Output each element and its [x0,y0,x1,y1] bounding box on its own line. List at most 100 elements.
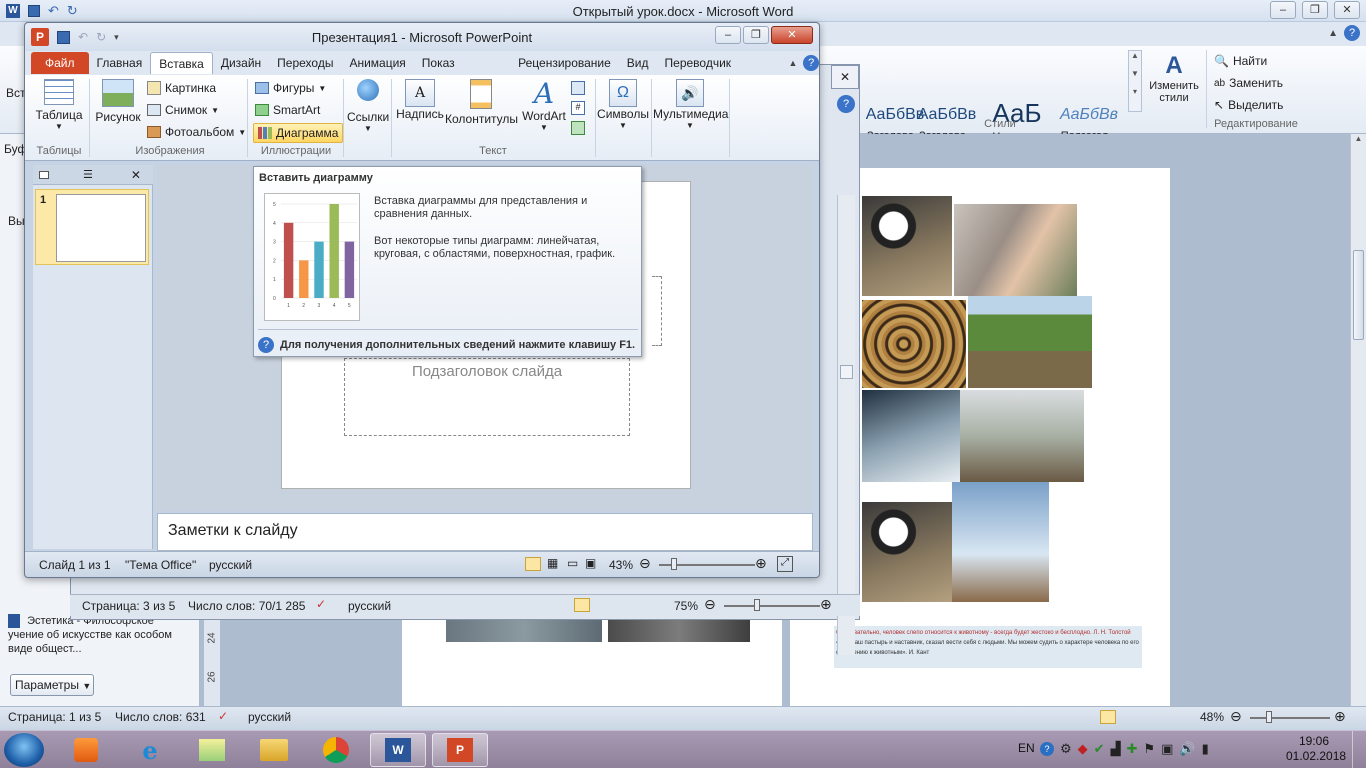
slide-thumbnail-1[interactable]: 1 [35,189,149,265]
word-ribbon-minimize-icon[interactable]: ▲ [1328,28,1338,39]
power-icon[interactable]: ▮ [1202,741,1209,757]
taskbar-media-player[interactable] [58,733,114,767]
zoom-slider-thumb[interactable] [671,558,677,570]
antivirus-icon[interactable]: ◆ [1078,741,1088,757]
close-icon[interactable]: ✕ [131,168,141,182]
screenshot-button[interactable]: Снимок ▼ [147,103,219,117]
tab-promt[interactable]: Переводчик PROMT [657,52,783,92]
tab-transitions[interactable]: Переходы [269,52,341,74]
print-layout-icon[interactable] [574,598,590,612]
params-button[interactable]: Параметры ▼ [10,674,94,696]
flag-icon[interactable]: ⚑ [1143,741,1155,757]
ribbon-minimize-icon[interactable]: ▲ [789,58,798,68]
mid-zoom-level[interactable]: 75% [674,599,698,613]
reading-view-icon[interactable]: ▭ [567,556,578,570]
taskbar-chrome[interactable] [308,733,364,767]
word-close-button[interactable]: ✕ [1334,1,1360,19]
shield-icon[interactable]: ✚ [1127,741,1138,757]
notes-pane[interactable]: Заметки к слайду [157,513,813,551]
mid-language[interactable]: русский [348,599,391,613]
word-vertical-scrollbar[interactable]: ▲ [1350,134,1366,706]
scroll-thumb[interactable] [1353,250,1364,340]
find-button[interactable]: 🔍 Найти [1214,54,1267,68]
ppt-help-icon[interactable]: ? [803,55,819,71]
taskbar-ie[interactable]: e [122,733,178,767]
slides-tab-icon[interactable] [39,170,49,179]
tab-animations[interactable]: Анимация [341,52,413,74]
photoalbum-button[interactable]: Фотоальбом ▼ [147,125,246,139]
taskbar-word[interactable]: W [370,733,426,767]
headerfooter-button[interactable]: Колонтитулы [445,79,518,126]
zoom-in-icon[interactable]: ⊕ [820,596,832,613]
symbols-button[interactable]: Ω Символы ▼ [597,79,649,130]
ppt-zoom-level[interactable]: 43% [609,558,633,572]
sorter-view-icon[interactable]: ▦ [547,556,558,570]
outline-tab-icon[interactable]: ☰ [83,168,93,181]
proofing-icon[interactable]: ✓ [218,709,228,723]
word-minimize-button[interactable]: – [1270,1,1296,19]
start-button[interactable] [4,733,44,767]
word-language[interactable]: русский [248,710,291,724]
help-tray-icon[interactable]: ? [1040,742,1054,756]
change-styles-button[interactable]: A Изменить стили [1146,52,1202,104]
wordart-button[interactable]: A WordArt ▼ [517,79,571,133]
nav-heading-item[interactable]: Эстетика - Философское учение об искусст… [8,614,190,656]
zoom-slider[interactable] [724,605,820,607]
subtitle-placeholder[interactable]: Подзаголовок слайда [344,358,630,436]
scroll-up-icon[interactable]: ▲ [1351,134,1366,150]
ppt-minimize-button[interactable]: – [715,26,741,44]
slide-count[interactable]: Слайд 1 из 1 [39,558,111,572]
links-button[interactable]: Ссылки ▼ [347,79,389,133]
tab-slideshow[interactable]: Показ слайдов [414,52,510,92]
textbox-button[interactable]: A Надпись [395,79,445,121]
show-desktop-button[interactable] [1352,731,1366,768]
language-indicator[interactable]: EN [1018,741,1035,755]
mid-help-icon[interactable]: ? [837,95,855,113]
zoom-in-icon[interactable]: ⊕ [755,555,767,572]
table-button[interactable]: Таблица ▼ [33,79,85,131]
mid-word-count[interactable]: Число слов: 70/1 285 [188,599,305,613]
tab-review[interactable]: Рецензирование [510,52,619,74]
chart-button[interactable]: Диаграмма [253,123,344,143]
word-word-count[interactable]: Число слов: 631 [115,710,206,724]
check-icon[interactable]: ✔ [1094,741,1105,757]
picture-button[interactable]: Рисунок [93,79,143,124]
styles-scroll[interactable]: ▲ ▼ ▾ [1128,50,1142,112]
word-restore-button[interactable]: ❐ [1302,1,1328,19]
mid-close-button[interactable]: ✕ [831,65,859,89]
zoom-out-icon[interactable]: ⊖ [704,596,716,613]
shapes-button[interactable]: Фигуры ▼ [255,81,326,95]
object-icon[interactable] [571,121,585,135]
fit-to-window-icon[interactable]: ⤢ [777,556,793,572]
word-zoom-level[interactable]: 48% [1200,710,1224,724]
taskbar-explorer[interactable] [246,733,302,767]
slideshow-view-icon[interactable]: ▣ [585,556,596,570]
mid-scroll-thumb[interactable] [840,365,853,379]
word-page-count[interactable]: Страница: 1 из 5 [8,710,101,724]
smartart-button[interactable]: SmartArt [255,103,320,117]
gear-icon[interactable]: ⚙ [1060,741,1072,757]
theme-name[interactable]: "Тема Office" [125,558,196,572]
select-button[interactable]: ↖ Выделить [1214,98,1283,112]
taskbar-notes[interactable] [184,733,240,767]
volume-icon[interactable]: 🔊 [1179,741,1195,757]
tab-view[interactable]: Вид [619,52,657,74]
ppt-close-button[interactable]: ✕ [771,26,813,44]
normal-view-icon[interactable] [525,557,541,571]
network-icon[interactable]: ▟ [1111,741,1121,757]
slide-number-icon[interactable]: # [571,101,585,115]
datetime-icon[interactable] [571,81,585,95]
tab-insert[interactable]: Вставка [150,52,213,74]
zoom-out-icon[interactable]: ⊖ [639,555,651,572]
tab-design[interactable]: Дизайн [213,52,269,74]
taskbar-powerpoint[interactable]: P [432,733,488,767]
ppt-language[interactable]: русский [209,558,252,572]
zoom-in-icon[interactable]: ⊕ [1334,708,1346,725]
mid-page-count[interactable]: Страница: 3 из 5 [82,599,175,613]
word-help-icon[interactable]: ? [1344,25,1360,41]
tab-file[interactable]: Файл [31,52,89,74]
zoom-slider-thumb[interactable] [1266,711,1272,723]
proofing-icon[interactable]: ✓ [316,597,326,611]
clipart-button[interactable]: Картинка [147,81,216,95]
clock[interactable]: 19:06 01.02.2018 [1286,734,1346,764]
